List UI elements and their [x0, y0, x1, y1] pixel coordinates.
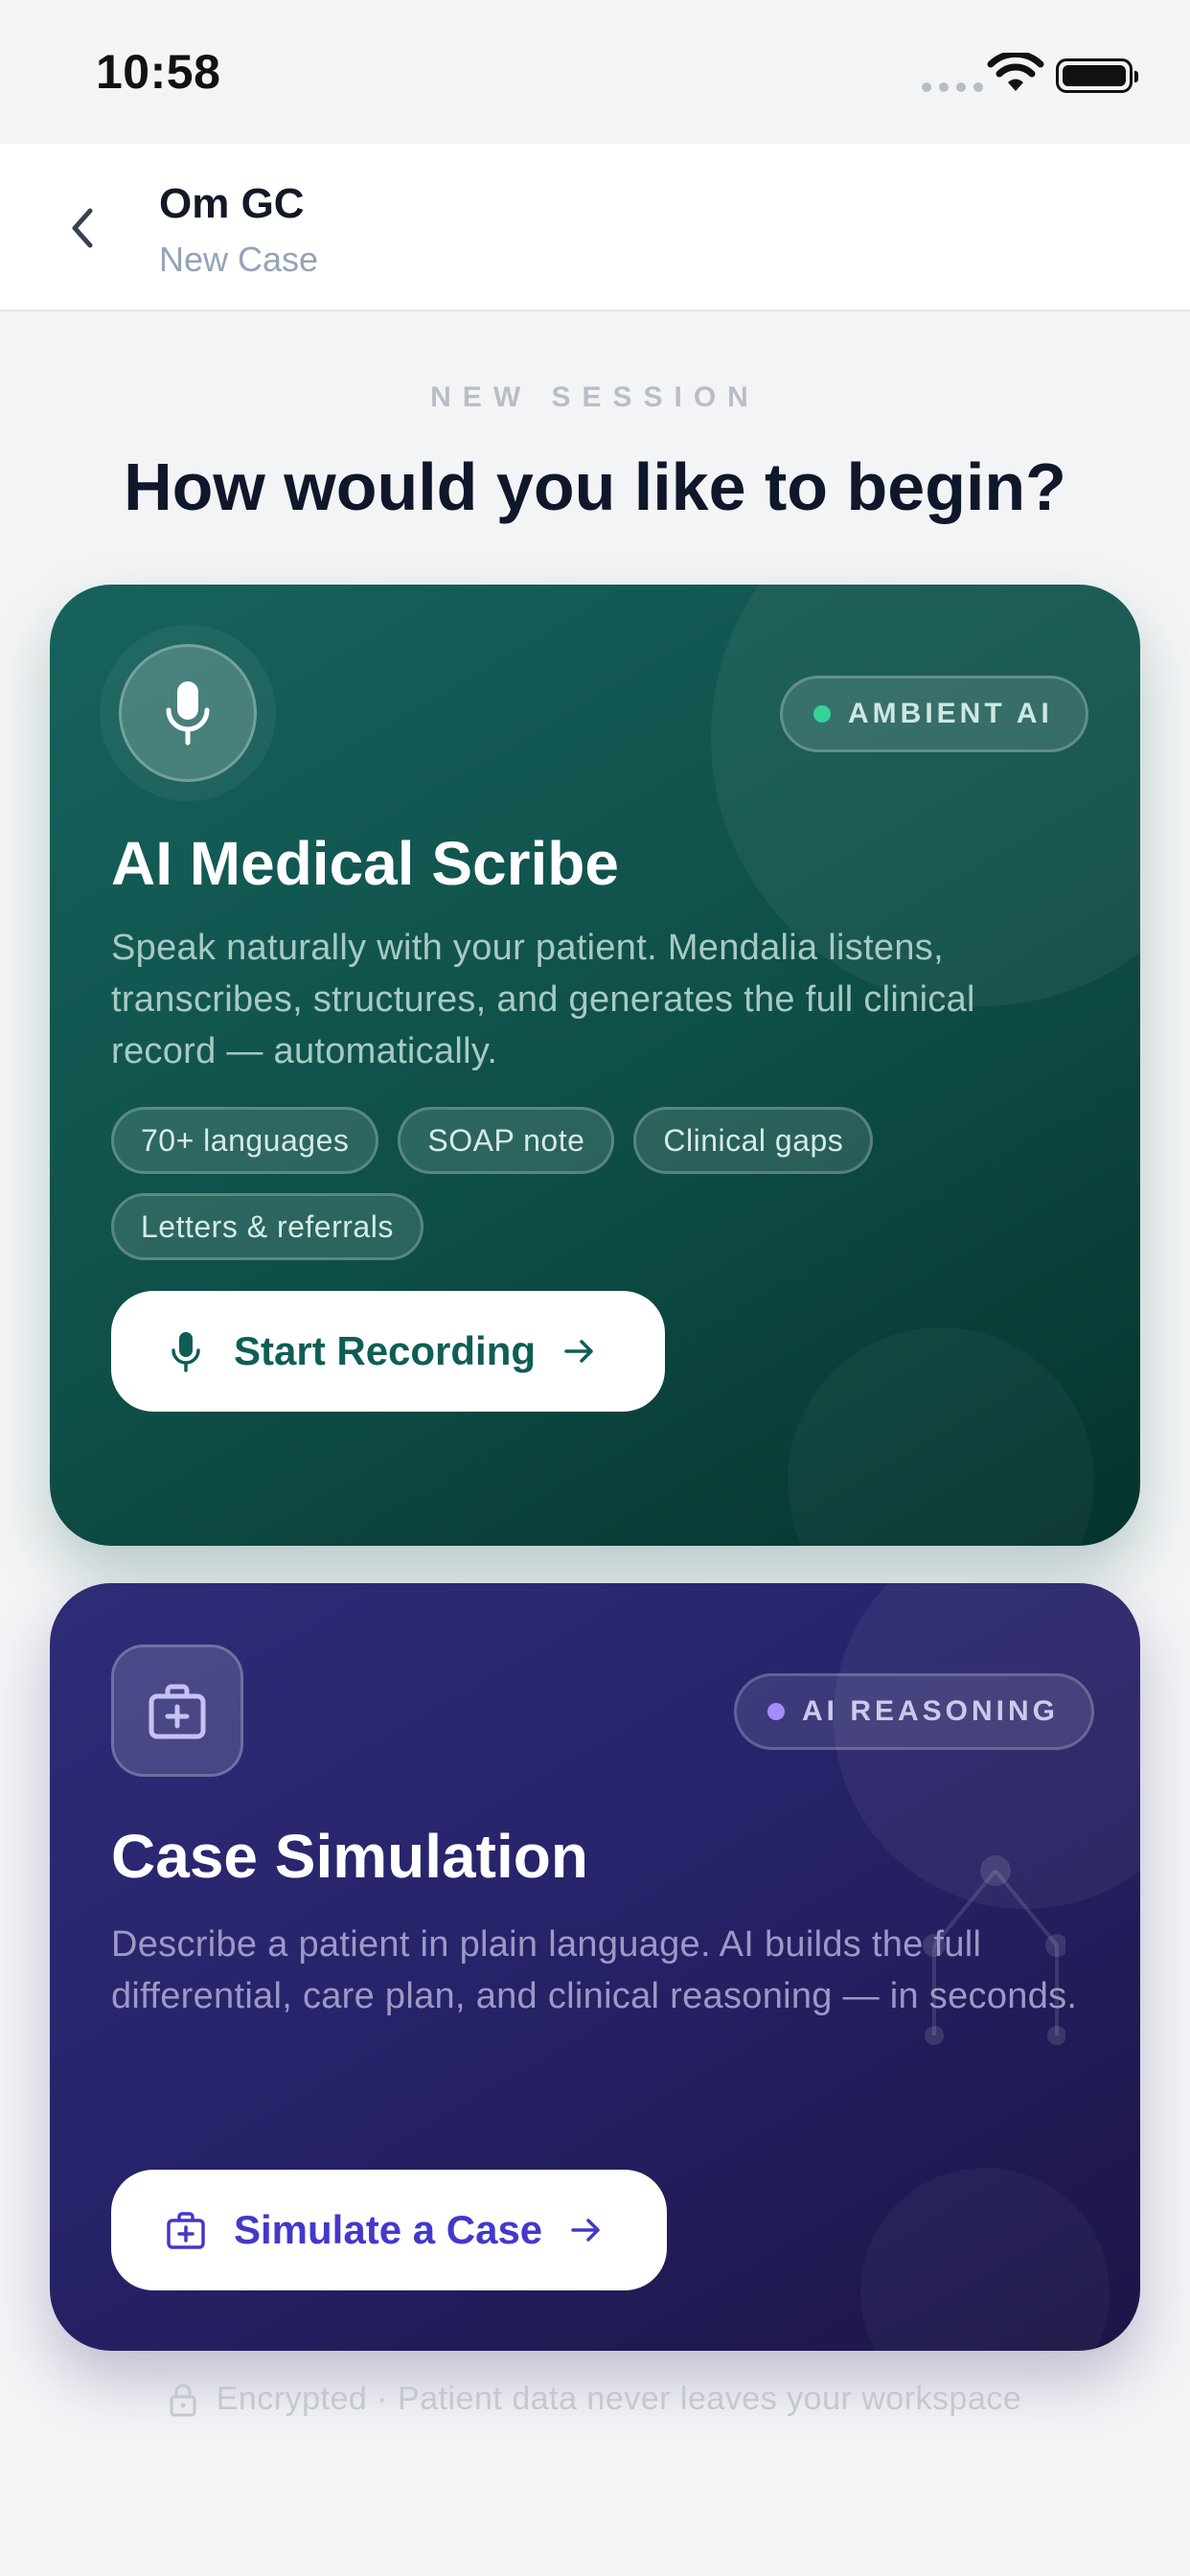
nav-header: Om GC New Case: [0, 144, 1190, 311]
chip-soap-note: SOAP note: [398, 1107, 615, 1174]
status-bar: 10:58: [0, 0, 1190, 144]
decorative-circle: [860, 2168, 1110, 2351]
chip-letters-referrals: Letters & referrals: [111, 1193, 423, 1260]
signal-icon: [922, 82, 983, 92]
simulation-title: Case Simulation: [111, 1822, 588, 1891]
arrow-right-icon: [571, 2219, 600, 2242]
badge-label: AI REASONING: [802, 1695, 1060, 1727]
wifi-icon: [987, 53, 1044, 91]
status-time: 10:58: [96, 45, 221, 99]
scribe-description: Speak naturally with your patient. Menda…: [111, 928, 975, 1071]
ai-reasoning-badge: AI REASONING: [734, 1673, 1095, 1750]
simulate-case-button[interactable]: Simulate a Case: [111, 2170, 667, 2290]
scribe-title: AI Medical Scribe: [111, 829, 619, 898]
header-title: Om GC: [159, 180, 305, 227]
footer-text: Encrypted · Patient data never leaves yo…: [216, 2380, 1022, 2417]
scribe-icon-circle: [119, 644, 257, 782]
back-chevron-icon[interactable]: [56, 199, 113, 257]
section-eyebrow: NEW SESSION: [430, 381, 760, 413]
simulation-icon-tile: [111, 1644, 243, 1777]
feature-chips: 70+ languages SOAP note Clinical gaps Le…: [111, 1107, 1079, 1260]
simulation-card[interactable]: AI REASONING Case Simulation Describe a …: [50, 1583, 1140, 2351]
decorative-circle: [788, 1327, 1094, 1546]
simulation-description: Describe a patient in plain language. AI…: [111, 1924, 1078, 2016]
scribe-card[interactable]: AMBIENT AI AI Medical Scribe Speak natur…: [50, 585, 1140, 1546]
microphone-icon: [166, 681, 210, 746]
start-recording-button[interactable]: Start Recording: [111, 1291, 665, 1412]
simulate-case-label: Simulate a Case: [234, 2207, 543, 2252]
microphone-icon: [172, 1332, 200, 1372]
chip-languages: 70+ languages: [111, 1107, 379, 1174]
chip-clinical-gaps: Clinical gaps: [633, 1107, 874, 1174]
battery-icon: [1056, 58, 1138, 93]
status-dot: [813, 705, 831, 723]
status-dot: [767, 1703, 785, 1720]
header-subtitle: New Case: [159, 240, 319, 279]
ambient-ai-badge: AMBIENT AI: [780, 676, 1088, 752]
medical-kit-icon: [167, 2212, 205, 2249]
lock-icon: [170, 2383, 196, 2416]
security-footer: Encrypted · Patient data never leaves yo…: [0, 2380, 1190, 2418]
page-title: How would you like to begin?: [124, 449, 1066, 524]
arrow-right-icon: [564, 1340, 593, 1363]
medical-kit-icon: [149, 1684, 206, 1739]
start-recording-label: Start Recording: [234, 1328, 537, 1373]
badge-label: AMBIENT AI: [848, 698, 1053, 729]
